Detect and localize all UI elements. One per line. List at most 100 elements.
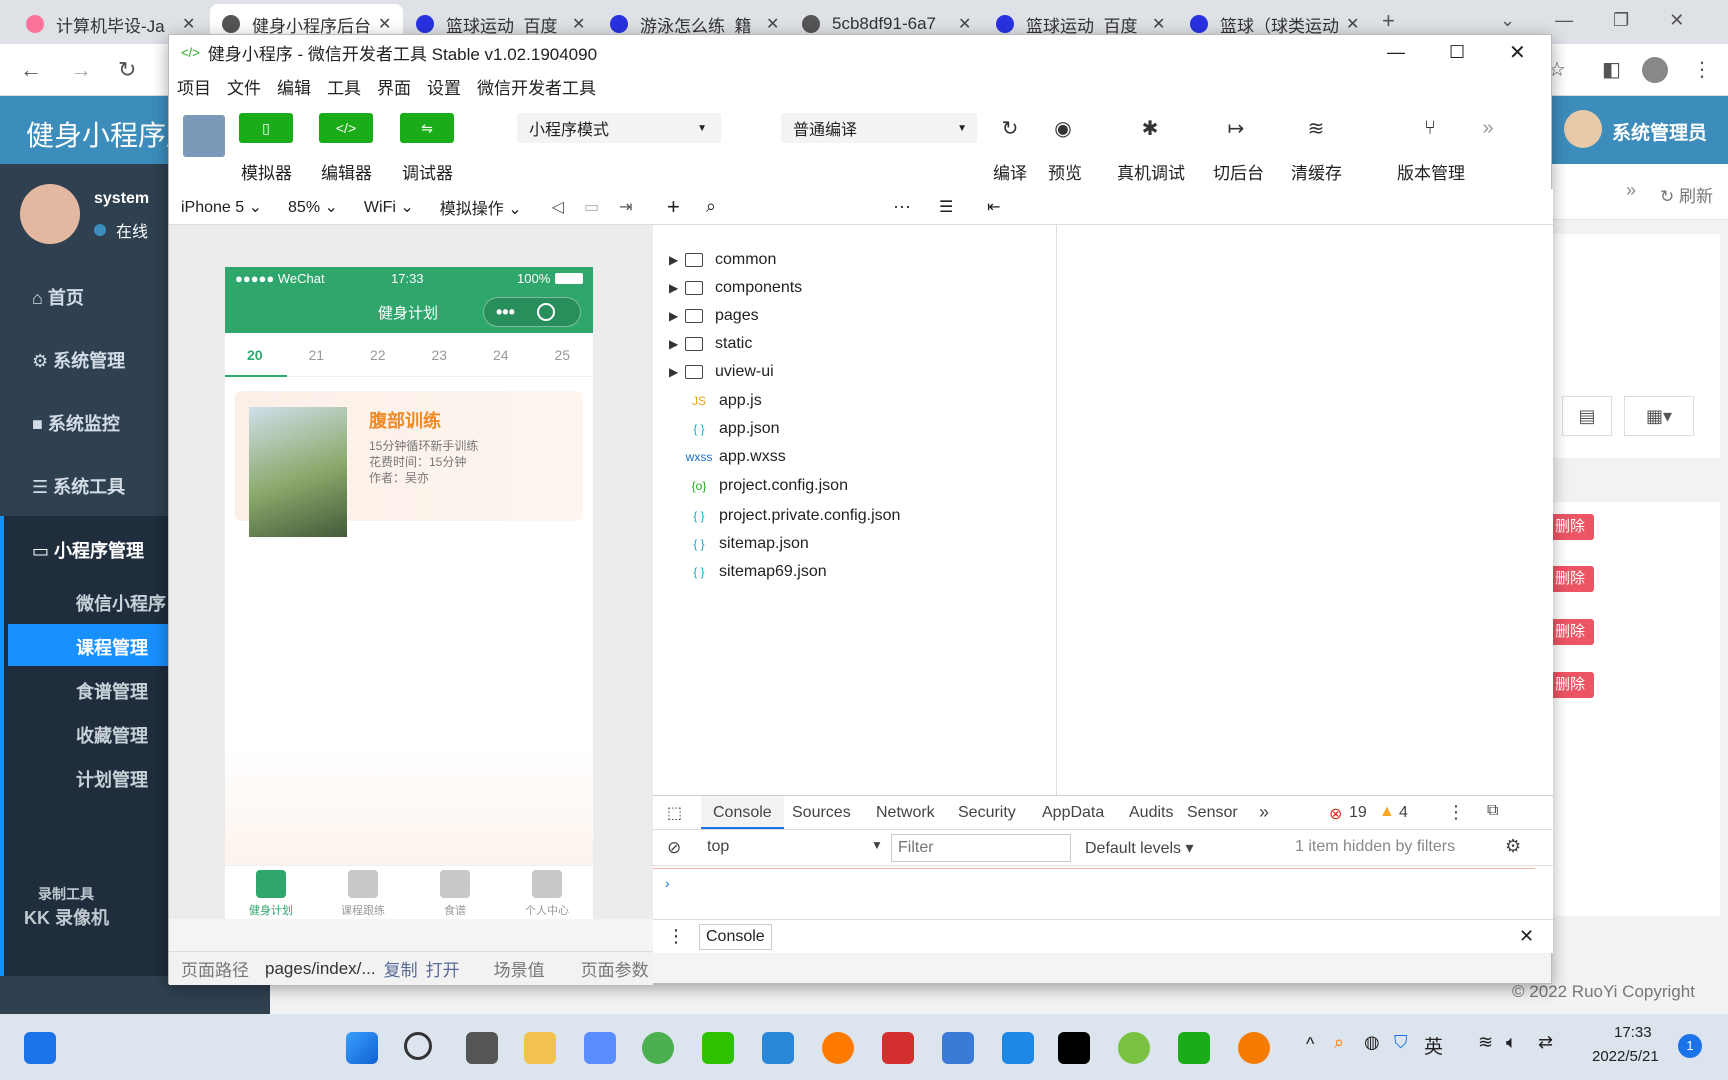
more-icon[interactable]: ··· — [893, 196, 911, 217]
compile-mode-select[interactable]: 普通编译 ▼ — [781, 113, 977, 143]
drawer-close-icon[interactable]: ✕ — [1519, 926, 1534, 947]
device-select[interactable]: iPhone 5 ⌄ — [181, 197, 262, 217]
close-icon[interactable]: ✕ — [1669, 10, 1684, 31]
widgets-icon[interactable] — [24, 1032, 56, 1064]
wps-icon[interactable] — [882, 1032, 914, 1064]
capsule-close-icon[interactable] — [536, 303, 555, 321]
expand-arrow-icon[interactable]: ▶ — [669, 281, 685, 295]
submenu-course[interactable]: 课程管理 — [76, 634, 148, 660]
ops-select[interactable]: 模拟操作 ⌄ — [440, 195, 522, 219]
file-tree-item[interactable]: { } app.json — [669, 414, 779, 444]
submenu-plan[interactable]: 计划管理 — [76, 766, 148, 792]
minimize-icon[interactable]: — — [1555, 10, 1573, 31]
tab-close-icon[interactable]: ✕ — [1346, 14, 1359, 34]
params-label[interactable]: 页面参数 — [581, 956, 649, 981]
clear-console-icon[interactable]: ⊘ — [667, 838, 681, 858]
tab-search-icon[interactable]: ⌄ — [1500, 10, 1515, 31]
start-icon[interactable] — [346, 1032, 378, 1064]
file-tree-item[interactable]: wxss app.wxss — [669, 442, 786, 472]
scene-label[interactable]: 场景值 — [494, 956, 545, 981]
zoom-select[interactable]: 85% ⌄ — [288, 197, 338, 217]
clock-date[interactable]: 2022/5/21 — [1592, 1048, 1659, 1065]
todo-icon[interactable] — [762, 1032, 794, 1064]
menu-item[interactable]: 编辑 — [277, 74, 311, 99]
wechat-icon[interactable] — [702, 1032, 734, 1064]
debugger-label[interactable]: 调试器 — [402, 159, 453, 184]
error-count[interactable]: 19 — [1349, 804, 1367, 822]
collapse-icon[interactable]: ⇤ — [987, 197, 1000, 217]
clock-time[interactable]: 17:33 — [1614, 1024, 1652, 1041]
date-tab[interactable]: 21 — [309, 347, 325, 363]
date-tab[interactable]: 22 — [370, 347, 386, 363]
file-tree-item[interactable]: ▶ static — [669, 329, 752, 359]
devtools-taskbar-icon[interactable] — [1178, 1032, 1210, 1064]
admin-name[interactable]: 系统管理员 — [1612, 118, 1707, 145]
remote-debug-label[interactable]: 真机调试 — [1117, 159, 1185, 184]
outdent-icon[interactable]: ☰ — [939, 197, 953, 217]
context-dropdown-icon[interactable]: ▼ — [871, 838, 883, 852]
tab-close-icon[interactable]: ✕ — [182, 14, 195, 34]
date-tab[interactable]: 24 — [493, 347, 509, 363]
expand-arrow-icon[interactable]: ▶ — [669, 337, 685, 351]
debugger-icon[interactable]: ⇋ — [400, 113, 454, 143]
notepad-icon[interactable] — [942, 1032, 974, 1064]
phone-tab[interactable]: 个人中心 — [501, 870, 593, 918]
win-minimize-icon[interactable]: — — [1387, 42, 1405, 63]
editor-label[interactable]: 编辑器 — [321, 159, 372, 184]
delete-button[interactable]: 删除 — [1546, 514, 1594, 540]
leaf-icon[interactable] — [1118, 1032, 1150, 1064]
input-language[interactable]: 英 — [1424, 1032, 1443, 1059]
menu-item[interactable]: 项目 — [177, 74, 211, 99]
file-tree-item[interactable]: { } project.private.config.json — [669, 501, 900, 531]
branch-icon[interactable]: ⑂ — [1413, 113, 1447, 143]
profile-avatar[interactable] — [1642, 56, 1668, 83]
switch-background-icon[interactable]: ↦ — [1219, 113, 1253, 143]
levels-select[interactable]: Default levels ▾ — [1085, 838, 1194, 858]
date-tab[interactable]: 23 — [432, 347, 448, 363]
intellij-icon[interactable] — [1058, 1032, 1090, 1064]
win-close-icon[interactable]: ✕ — [1509, 40, 1526, 65]
simulator-icon[interactable]: ▯ — [239, 113, 293, 143]
new-tab-button[interactable]: + — [1382, 8, 1395, 34]
mode-select[interactable]: 小程序模式 ▼ — [517, 113, 721, 143]
volume-tray-icon[interactable]: 🔈︎ — [1506, 1032, 1517, 1053]
undock-icon[interactable]: ⧉ — [1487, 802, 1498, 820]
expand-arrow-icon[interactable]: ▶ — [669, 365, 685, 379]
file-tree-item[interactable]: {o} project.config.json — [669, 471, 848, 501]
file-tree-item[interactable]: ▶ common — [669, 245, 776, 275]
tab-close-icon[interactable]: ✕ — [958, 14, 971, 34]
date-tab[interactable]: 20 — [247, 347, 263, 363]
file-tree-item[interactable]: { } sitemap69.json — [669, 557, 826, 587]
search-icon[interactable]: ⌕ — [706, 196, 716, 217]
reload-icon[interactable]: ↻ — [118, 57, 136, 83]
appdata-tab[interactable]: AppData — [1042, 804, 1104, 822]
background-label[interactable]: 切后台 — [1213, 159, 1264, 184]
search-app-icon[interactable] — [822, 1032, 854, 1064]
submenu-recipe[interactable]: 食谱管理 — [76, 678, 148, 704]
detach-icon[interactable]: ⇥ — [619, 197, 632, 217]
capsule-more-icon[interactable]: ••• — [496, 302, 515, 323]
console-output[interactable]: › — [653, 868, 1535, 902]
restore-icon[interactable]: ❐ — [1613, 10, 1629, 31]
menu-item[interactable]: 微信开发者工具 — [477, 74, 596, 99]
warning-count[interactable]: 4 — [1399, 804, 1408, 822]
open-link[interactable]: 打开 — [426, 956, 460, 981]
submenu-wechat[interactable]: 微信小程序 — [76, 590, 166, 616]
phone-tab[interactable]: 课程跟练 — [317, 870, 409, 918]
delete-button[interactable]: 删除 — [1546, 566, 1594, 592]
notification-badge[interactable]: 1 — [1678, 1034, 1702, 1058]
file-tree-item[interactable]: ▶ components — [669, 273, 802, 303]
course-card[interactable]: 腹部训练 15分钟循环新手训练 花费时间：15分钟 作者：吴亦 — [235, 391, 583, 537]
bug-icon[interactable]: ✱ — [1133, 113, 1167, 143]
filter-input[interactable] — [891, 834, 1071, 862]
tray-shield-icon[interactable]: ⛉ — [1394, 1032, 1408, 1053]
menu-miniprogram[interactable]: ▭ 小程序管理 — [32, 537, 144, 563]
submenu-favorite[interactable]: 收藏管理 — [76, 722, 148, 748]
copy-link[interactable]: 复制 — [384, 956, 418, 981]
audits-tab[interactable]: Audits — [1129, 804, 1173, 822]
side-panel-icon[interactable]: ◧ — [1602, 57, 1621, 82]
menu-system[interactable]: ⚙ 系统管理 — [32, 347, 125, 373]
console-menu-icon[interactable]: ⋮ — [1447, 802, 1465, 823]
menu-item[interactable]: 界面 — [377, 74, 411, 99]
compile-icon[interactable]: ↻ — [993, 113, 1027, 143]
